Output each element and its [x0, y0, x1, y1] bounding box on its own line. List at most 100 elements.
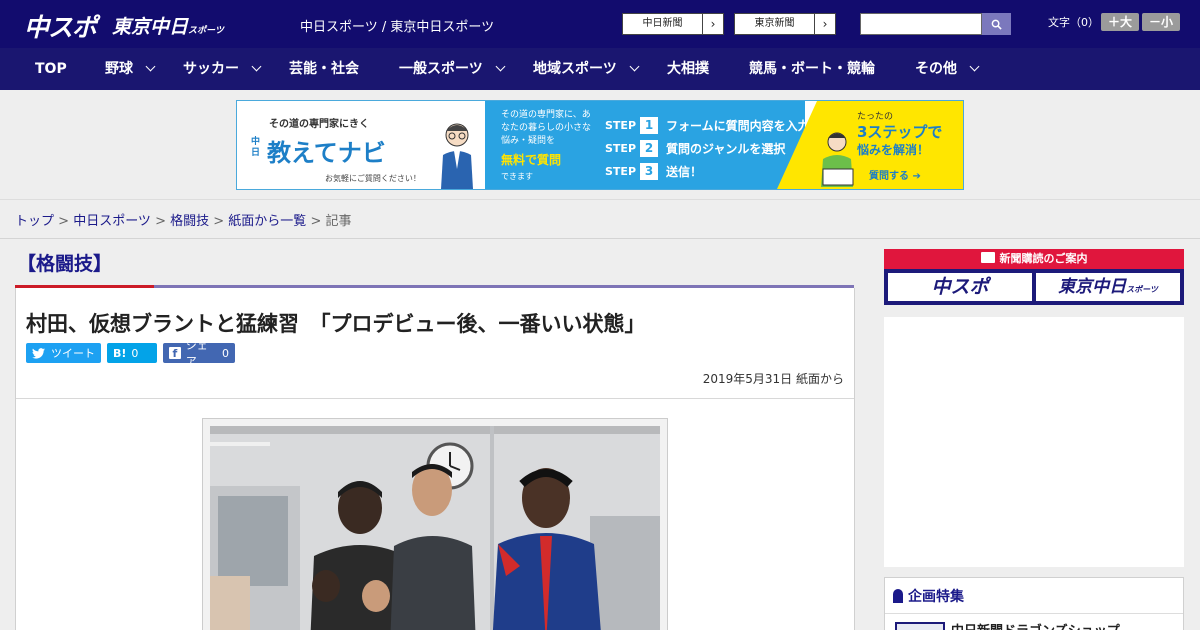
banner-right-panel: たったの 3ステップで 悩みを解消！ 質問する ➔ — [777, 101, 963, 189]
breadcrumb-divider — [0, 238, 1200, 239]
step-number: 3 — [640, 163, 659, 180]
feature-title: 企画特集 — [893, 586, 964, 606]
oshiete-navi-banner[interactable]: その道の専門家にきく 中日 教えてナビ お気軽にご質問ください！ その道の専門家… — [236, 100, 964, 190]
banner-steps: STEP 1 フォームに質問内容を入力 STEP 2 質問のジャンルを選択 STEP 3 送… — [605, 101, 810, 189]
breadcrumb-sep: > — [209, 214, 229, 229]
chunichi-shimbun-button[interactable]: 中日新聞 › — [622, 13, 724, 35]
search-icon — [991, 19, 1002, 30]
expert-illustration — [441, 123, 473, 189]
nav-label: 一般スポーツ — [399, 61, 483, 77]
banner-step-3: STEP 3 送信！ — [605, 163, 702, 180]
site-header: 中スポ 東京中日スポーツ 中日スポーツ / 東京中日スポーツ 中日新聞 › 東京… — [0, 0, 1200, 48]
breadcrumb-sep: > — [150, 214, 171, 229]
nav-entertainment[interactable]: 芸能・社会 — [289, 48, 359, 90]
banner-ask-link[interactable]: 質問する ➔ — [869, 167, 921, 182]
dragons-shop-link[interactable]: 中日新聞ドラゴンズショップ — [951, 620, 1120, 630]
article-divider — [16, 398, 854, 399]
nav-label: 大相撲 — [667, 61, 709, 77]
nav-label: 地域スポーツ — [533, 61, 617, 77]
chunichi-shimbun-label: 中日新聞 — [623, 14, 703, 34]
chevron-down-icon — [629, 61, 640, 72]
facebook-icon: f — [169, 347, 181, 360]
tokyo-shimbun-button[interactable]: 東京新聞 › — [734, 13, 836, 35]
step-label: STEP — [605, 142, 637, 155]
subscribe-tokyo-chunichi-small: スポーツ — [1126, 285, 1158, 294]
laptop-person-illustration — [821, 132, 854, 187]
nav-label: 野球 — [105, 61, 133, 77]
hatena-count: 0 — [131, 346, 139, 360]
subscribe-tokyo-chunichi-text: 東京中日 — [1058, 277, 1127, 297]
breadcrumb-sep: > — [306, 214, 326, 229]
nav-soccer[interactable]: サッカー — [183, 48, 262, 90]
newspaper-icon — [980, 252, 995, 263]
breadcrumb-sep: > — [54, 214, 74, 229]
feature-divider — [885, 613, 1183, 614]
step-text: 質問のジャンルを選択 — [666, 142, 786, 156]
tokyo-shimbun-label: 東京新聞 — [735, 14, 815, 34]
site-title: 中日スポーツ / 東京中日スポーツ — [300, 20, 495, 35]
nav-label: TOP — [35, 61, 67, 77]
font-larger-button[interactable]: ＋大 — [1101, 13, 1139, 31]
chevron-down-icon — [145, 61, 156, 72]
subscription-title: 新聞購読のご案内 — [884, 249, 1184, 269]
banner-free-label: 無料で質問 — [501, 153, 562, 167]
nav-horse-boat-keirin[interactable]: 競馬・ボート・競輪 — [749, 48, 875, 90]
banner-right-b: 3ステップで — [857, 123, 943, 141]
breadcrumb-current: 記事 — [325, 214, 352, 229]
banner-brand-small: 中日 — [251, 137, 261, 158]
nav-top[interactable]: TOP — [35, 48, 67, 90]
breadcrumb-top[interactable]: トップ — [15, 214, 54, 229]
chevron-down-icon — [495, 61, 506, 72]
breadcrumb-kakutougi[interactable]: 格闘技 — [170, 214, 209, 229]
boxers-photo — [210, 426, 660, 630]
breadcrumb: トップ > 中日スポーツ > 格闘技 > 紙面から一覧 > 記事 — [15, 210, 352, 229]
nav-general-sports[interactable]: 一般スポーツ — [399, 48, 506, 90]
step-text: 送信！ — [666, 165, 703, 179]
facebook-share-button[interactable]: f シェア 0 — [163, 339, 235, 368]
step-label: STEP — [605, 165, 637, 178]
banner-tagline: その道の専門家にきく — [269, 119, 369, 130]
subscribe-tokyo-chunichi-link[interactable]: 東京中日スポーツ — [1036, 273, 1180, 301]
banner-middle-panel: その道の専門家に、あなたの暮らしの小さな悩み・疑問を 無料で質問 できます — [485, 101, 605, 189]
nav-label: その他 — [915, 61, 957, 77]
banner-right-c: 悩みを解消！ — [857, 143, 930, 157]
tokyo-chunichi-logo[interactable]: 東京中日スポーツ — [112, 12, 224, 39]
nav-label: 競馬・ボート・競輪 — [749, 61, 875, 77]
tokyo-chunichi-logo-small: スポーツ — [188, 26, 224, 36]
banner-note: お気軽にご質問ください！ — [325, 174, 421, 183]
nav-baseball[interactable]: 野球 — [105, 48, 156, 90]
feature-title-text: 企画特集 — [908, 589, 964, 605]
subscribe-chuspo-link[interactable]: 中スポ — [888, 273, 1032, 301]
facebook-count: 0 — [222, 346, 229, 360]
breadcrumb-chunichi-sports[interactable]: 中日スポーツ — [73, 214, 151, 229]
banner-brand-name: 教えてナビ — [267, 139, 386, 167]
search-input[interactable] — [860, 13, 982, 35]
banner-mid-text: その道の専門家に、あなたの暮らしの小さな悩み・疑問を — [501, 110, 592, 146]
article-headline: 村田、仮想ブラントと猛練習 「プロデビュー後、一番いい状態」 — [26, 312, 646, 336]
hatena-bookmark-button[interactable]: B! 0 — [107, 343, 157, 363]
nav-other[interactable]: その他 — [915, 48, 980, 90]
nav-sumo[interactable]: 大相撲 — [667, 48, 709, 90]
breadcrumb-paper-list[interactable]: 紙面から一覧 — [228, 214, 306, 229]
step-text: フォームに質問内容を入力 — [666, 119, 810, 133]
tweet-button[interactable]: ツイート — [26, 343, 101, 363]
ribbon-icon — [893, 589, 903, 603]
subscription-box: 新聞購読のご案内 中スポ 東京中日スポーツ — [884, 249, 1184, 305]
nav-label: 芸能・社会 — [289, 61, 359, 77]
article-photo[interactable] — [210, 426, 660, 630]
search-button[interactable] — [982, 13, 1011, 35]
font-smaller-button[interactable]: －小 — [1142, 13, 1180, 31]
chevron-down-icon — [251, 61, 262, 72]
dragons-shop-thumbnail[interactable] — [895, 622, 945, 630]
banner-left-panel: その道の専門家にきく 中日 教えてナビ お気軽にご質問ください！ — [237, 101, 485, 189]
step-number: 2 — [640, 140, 659, 157]
facebook-share-label: シェア — [185, 339, 208, 368]
chuspo-logo[interactable]: 中スポ — [24, 8, 97, 44]
twitter-icon — [32, 347, 45, 359]
ad-area: その道の専門家にきく 中日 教えてナビ お気軽にご質問ください！ その道の専門家… — [0, 90, 1200, 200]
sidebar-ad-slot — [884, 317, 1184, 567]
nav-regional-sports[interactable]: 地域スポーツ — [533, 48, 640, 90]
step-label: STEP — [605, 119, 637, 132]
article-category: 【格闘技】 — [17, 253, 113, 275]
hatena-icon: B! — [113, 346, 127, 360]
